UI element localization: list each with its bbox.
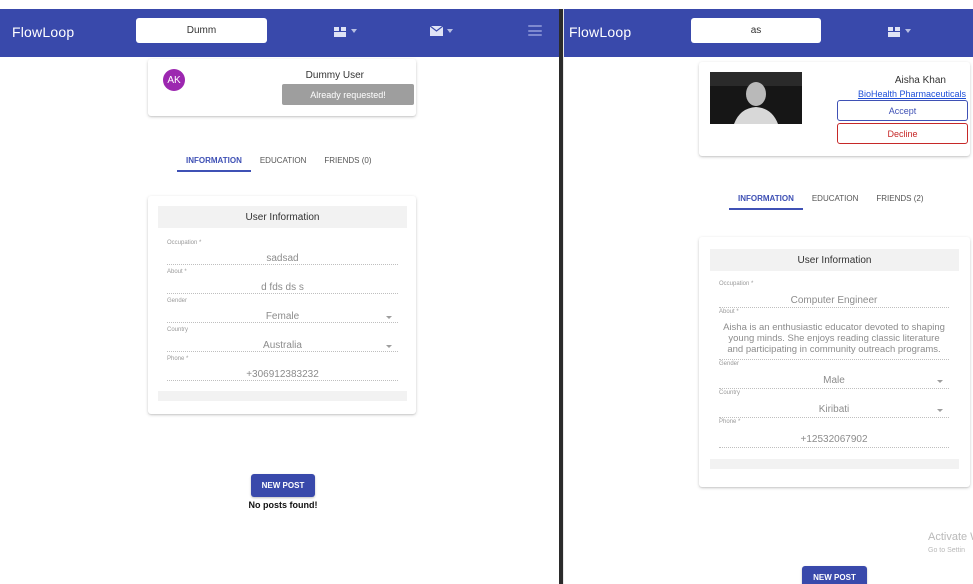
profile-tabs: INFORMATION EDUCATION FRIENDS (2) <box>729 186 933 210</box>
tab-friends[interactable]: FRIENDS (0) <box>315 148 380 172</box>
occupation-field[interactable]: Occupation * Computer Engineer <box>719 281 949 308</box>
phone-field[interactable]: Phone * +306912383232 <box>167 356 398 381</box>
phone-field[interactable]: Phone * +12532067902 <box>719 419 949 448</box>
phone-value: +306912383232 <box>246 369 319 380</box>
occupation-label: Occupation * <box>719 281 754 287</box>
avatar: AK <box>163 69 185 91</box>
brand-logo[interactable]: FlowLoop <box>12 24 74 40</box>
user-information-title: User Information <box>710 249 959 271</box>
about-label: About * <box>719 309 739 315</box>
no-posts-message: No posts found! <box>248 500 318 510</box>
left-window: FlowLoop Dumm AK Dummy User Already requ… <box>0 9 559 584</box>
chevron-down-icon <box>386 345 392 348</box>
right-window: FlowLoop as Aisha Khan BioHealth Pharmac… <box>563 9 973 584</box>
country-value: Kiribati <box>818 404 850 415</box>
panel-footer <box>710 459 959 469</box>
country-label: Country <box>167 327 189 333</box>
accept-button[interactable]: Accept <box>837 100 968 121</box>
menu-icon[interactable] <box>528 25 542 36</box>
profile-tabs: INFORMATION EDUCATION FRIENDS (0) <box>177 148 381 172</box>
occupation-field[interactable]: Occupation * sadsad <box>167 240 398 265</box>
gender-select[interactable]: Gender Female <box>167 298 398 323</box>
people-menu[interactable] <box>888 23 911 39</box>
new-post-button[interactable]: NEW POST <box>802 566 867 584</box>
chevron-down-icon <box>386 316 392 319</box>
about-field[interactable]: About * d fds ds s <box>167 269 398 294</box>
new-post-button[interactable]: NEW POST <box>251 474 315 497</box>
tab-information[interactable]: INFORMATION <box>729 186 803 210</box>
gender-label: Gender <box>719 361 740 367</box>
occupation-value: Computer Engineer <box>790 295 878 306</box>
gender-value: Female <box>265 311 300 322</box>
occupation-label: Occupation * <box>167 240 202 246</box>
screenshot: FlowLoop Dumm AK Dummy User Already requ… <box>0 0 973 584</box>
phone-value: +12532067902 <box>800 434 868 445</box>
chevron-down-icon <box>447 29 453 33</box>
mail-menu[interactable] <box>430 23 453 39</box>
activation-watermark-subtext: Go to Settin <box>928 547 965 554</box>
profile-photo <box>710 72 802 124</box>
profile-name: Aisha Khan <box>894 75 946 86</box>
tab-education[interactable]: EDUCATION <box>251 148 316 172</box>
tab-information[interactable]: INFORMATION <box>177 148 251 172</box>
gender-label: Gender <box>167 298 188 304</box>
country-select[interactable]: Country Kiribati <box>719 390 949 418</box>
person-photo-icon <box>710 72 802 124</box>
decline-button[interactable]: Decline <box>837 123 968 144</box>
about-field[interactable]: About * Aisha is an enthusiastic educato… <box>719 309 949 360</box>
chevron-down-icon <box>351 29 357 33</box>
activation-watermark: Activate W <box>928 531 973 543</box>
chevron-down-icon <box>937 409 943 412</box>
tab-friends[interactable]: FRIENDS (2) <box>867 186 932 210</box>
user-information-card: User Information Occupation * sadsad Abo… <box>148 196 416 414</box>
user-information-title: User Information <box>158 206 407 228</box>
profile-name: Dummy User <box>305 70 364 81</box>
app-bar: FlowLoop as <box>564 9 973 57</box>
chevron-down-icon <box>905 29 911 33</box>
people-menu[interactable] <box>334 23 357 39</box>
gender-select[interactable]: Gender Male <box>719 361 949 389</box>
app-bar: FlowLoop Dumm <box>0 9 559 57</box>
panel-footer <box>158 391 407 401</box>
company-link[interactable]: BioHealth Pharmaceuticals <box>858 89 966 99</box>
mail-icon <box>430 26 443 36</box>
phone-label: Phone * <box>719 419 741 425</box>
brand-logo[interactable]: FlowLoop <box>569 24 631 40</box>
user-information-card: User Information Occupation * Computer E… <box>699 237 970 487</box>
country-select[interactable]: Country Australia <box>167 327 398 352</box>
phone-label: Phone * <box>167 356 189 362</box>
about-label: About * <box>167 269 187 275</box>
search-input[interactable]: as <box>691 18 821 43</box>
about-value: Aisha is an enthusiastic educator devote… <box>723 322 945 355</box>
top-strip <box>0 0 973 9</box>
country-value: Australia <box>263 340 302 351</box>
profile-card: AK Dummy User Already requested! <box>148 59 416 116</box>
gender-value: Male <box>823 375 845 386</box>
occupation-value: sadsad <box>266 253 299 264</box>
chevron-down-icon <box>937 380 943 383</box>
country-label: Country <box>719 390 741 396</box>
people-icon <box>334 26 346 37</box>
already-requested-button[interactable]: Already requested! <box>282 84 414 105</box>
search-input[interactable]: Dumm <box>136 18 267 43</box>
profile-card: Aisha Khan BioHealth Pharmaceuticals Acc… <box>699 62 970 156</box>
tab-education[interactable]: EDUCATION <box>803 186 868 210</box>
about-value: d fds ds s <box>261 282 304 293</box>
people-icon <box>888 26 900 37</box>
